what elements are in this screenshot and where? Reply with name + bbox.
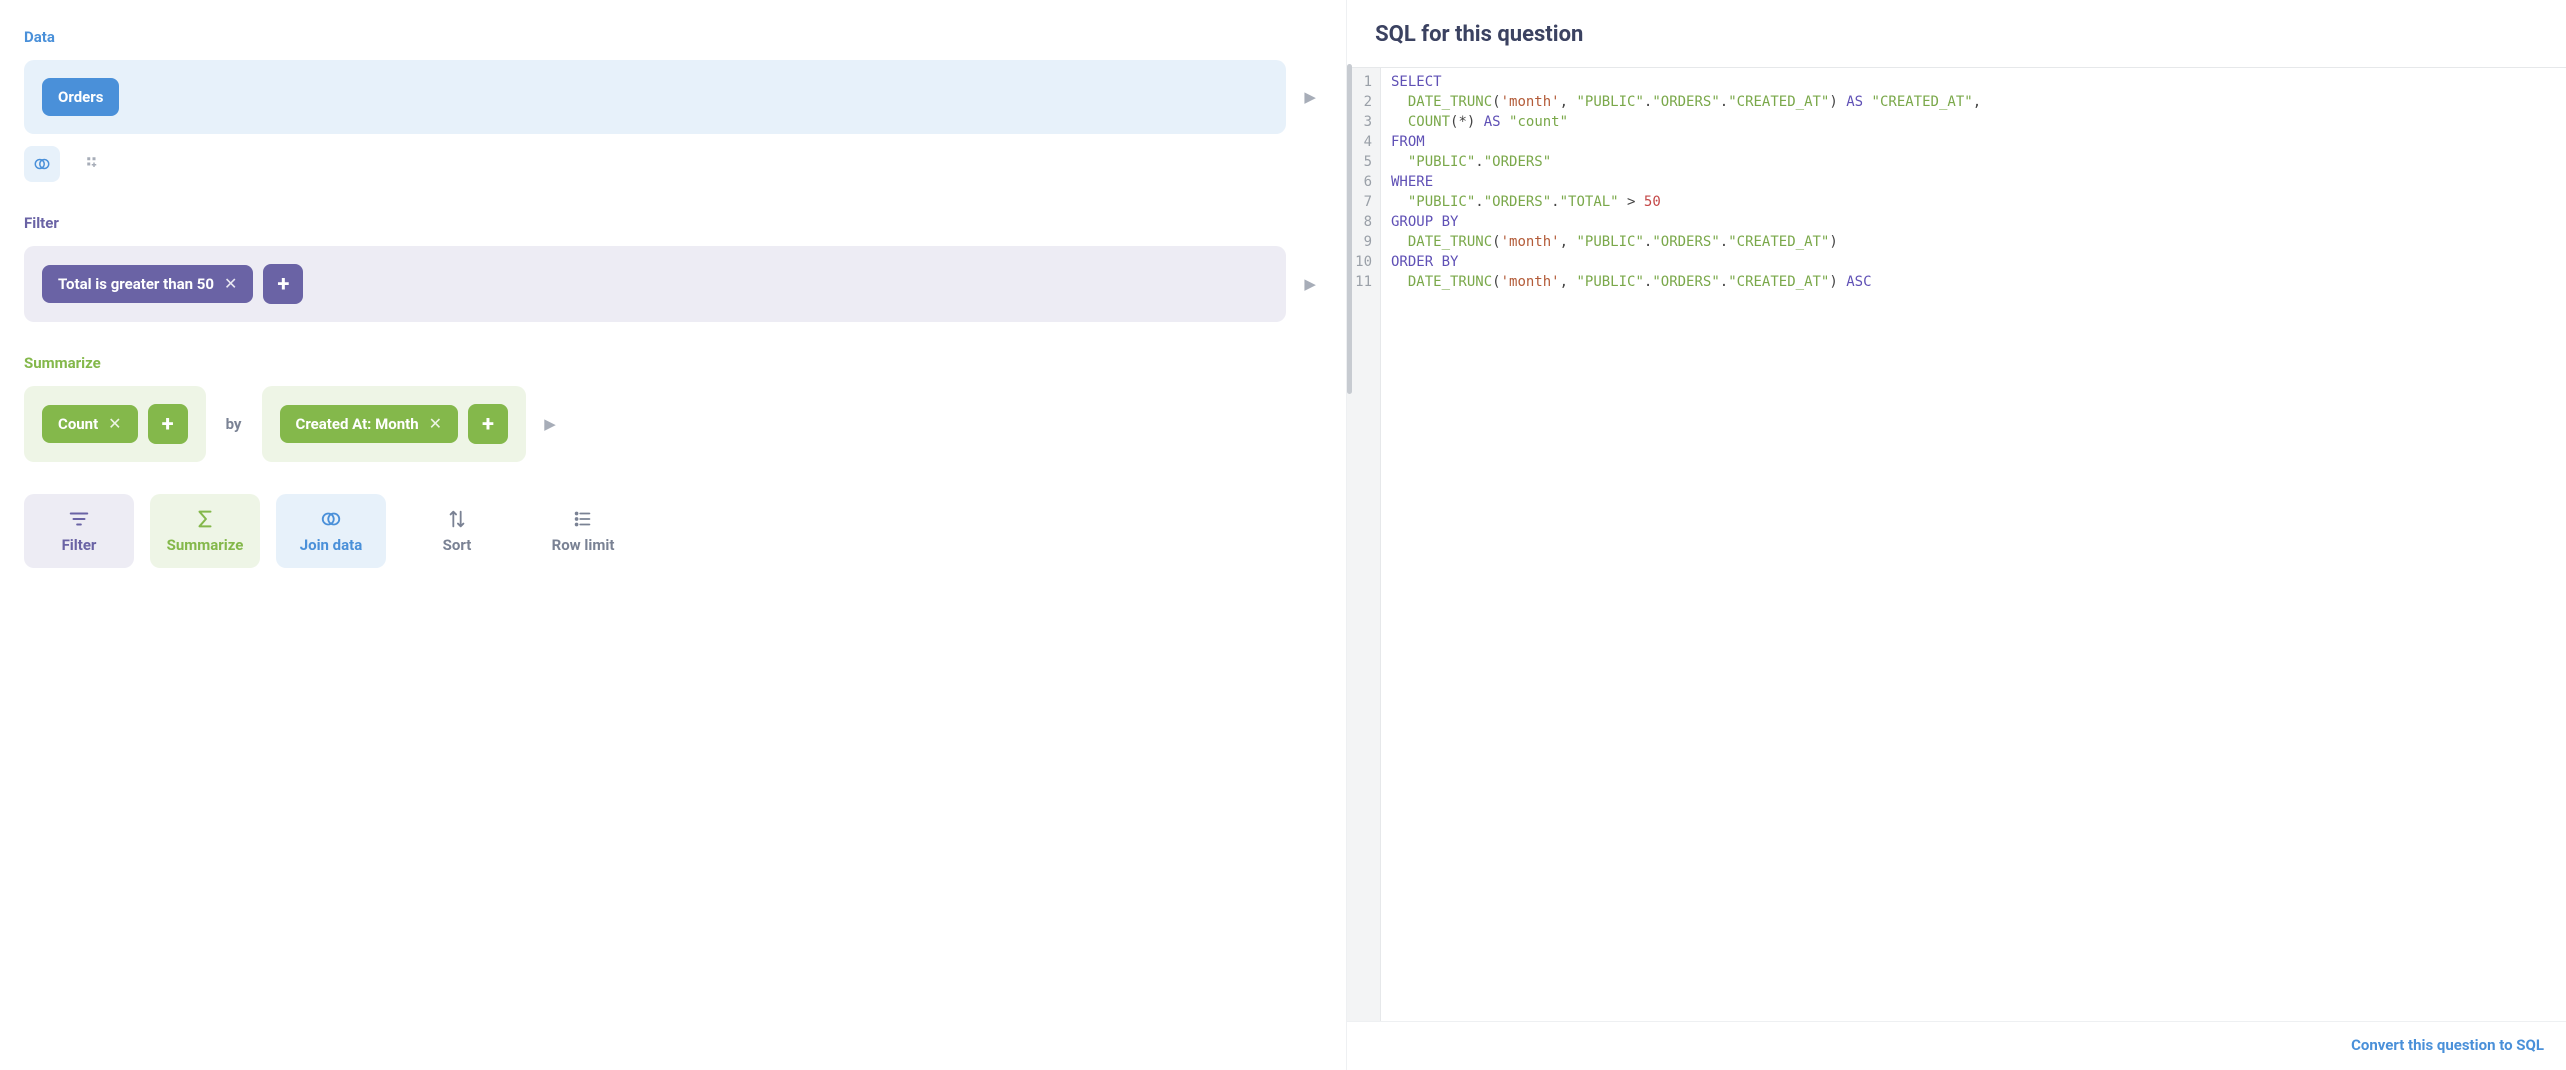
remove-aggregation-icon[interactable]: ✕: [108, 416, 121, 432]
query-actions: Filter Summarize Join data Sort Row limi…: [24, 494, 1322, 568]
data-section-title: Data: [24, 28, 1322, 46]
data-well[interactable]: Orders: [24, 60, 1286, 134]
custom-column-icon-button[interactable]: [76, 146, 112, 182]
sql-panel-title: SQL for this question: [1347, 0, 2566, 67]
remove-filter-icon[interactable]: ✕: [224, 276, 237, 292]
grid-plus-icon: [85, 155, 103, 173]
sql-code-editor[interactable]: 1234567891011 SELECT DATE_TRUNC('month',…: [1347, 67, 2566, 1021]
filter-section-title: Filter: [24, 214, 1322, 232]
line-number-gutter: 1234567891011: [1347, 67, 1381, 1021]
summarize-action-label: Summarize: [167, 536, 244, 554]
sort-icon: [446, 508, 468, 530]
add-filter-button[interactable]: +: [263, 264, 303, 304]
data-source-pill[interactable]: Orders: [42, 78, 119, 116]
summarize-section-title: Summarize: [24, 354, 1322, 372]
aggregation-label: Count: [58, 415, 98, 433]
sort-action-button[interactable]: Sort: [402, 494, 512, 568]
filter-pill-label: Total is greater than 50: [58, 275, 214, 293]
data-source-label: Orders: [58, 88, 103, 106]
filter-icon: [68, 508, 90, 530]
filter-well: Total is greater than 50 ✕ +: [24, 246, 1286, 322]
summarize-by-label: by: [218, 415, 250, 433]
breakout-well: Created At: Month ✕ +: [262, 386, 527, 462]
sql-code-content: SELECT DATE_TRUNC('month', "PUBLIC"."ORD…: [1381, 67, 2566, 1021]
remove-breakout-icon[interactable]: ✕: [429, 416, 442, 432]
data-expand-caret[interactable]: ▶: [1298, 88, 1322, 106]
sql-preview-panel: SQL for this question 1234567891011 SELE…: [1347, 0, 2566, 1070]
join-icon-button[interactable]: [24, 146, 60, 182]
rowlimit-action-label: Row limit: [552, 536, 615, 554]
sigma-icon: [194, 508, 216, 530]
query-builder-panel: Data Orders ▶: [0, 0, 1347, 1070]
breakout-label: Created At: Month: [296, 415, 419, 433]
filter-expand-caret[interactable]: ▶: [1298, 275, 1322, 293]
summarize-section: Summarize Count ✕ + by Created At: Month…: [24, 354, 1322, 462]
add-breakout-button[interactable]: +: [468, 404, 508, 444]
add-aggregation-button[interactable]: +: [148, 404, 188, 444]
filter-pill[interactable]: Total is greater than 50 ✕: [42, 265, 253, 303]
aggregation-pill[interactable]: Count ✕: [42, 405, 138, 443]
filter-action-label: Filter: [62, 536, 97, 554]
filter-action-button[interactable]: Filter: [24, 494, 134, 568]
rowlimit-action-button[interactable]: Row limit: [528, 494, 638, 568]
breakout-pill[interactable]: Created At: Month ✕: [280, 405, 459, 443]
sort-action-label: Sort: [443, 536, 472, 554]
join-icon: [33, 155, 51, 173]
summarize-expand-caret[interactable]: ▶: [538, 415, 562, 433]
scrollbar-thumb[interactable]: [1347, 64, 1352, 394]
summarize-action-button[interactable]: Summarize: [150, 494, 260, 568]
join-action-label: Join data: [300, 536, 363, 554]
join-action-icon: [320, 508, 342, 530]
convert-to-sql-label: Convert this question to SQL: [2351, 1036, 2544, 1054]
list-icon: [572, 508, 594, 530]
join-action-button[interactable]: Join data: [276, 494, 386, 568]
filter-section: Filter Total is greater than 50 ✕ + ▶: [24, 214, 1322, 322]
aggregation-well: Count ✕ +: [24, 386, 206, 462]
data-section: Data Orders ▶: [24, 28, 1322, 182]
convert-to-sql-link[interactable]: Convert this question to SQL: [1347, 1021, 2566, 1070]
